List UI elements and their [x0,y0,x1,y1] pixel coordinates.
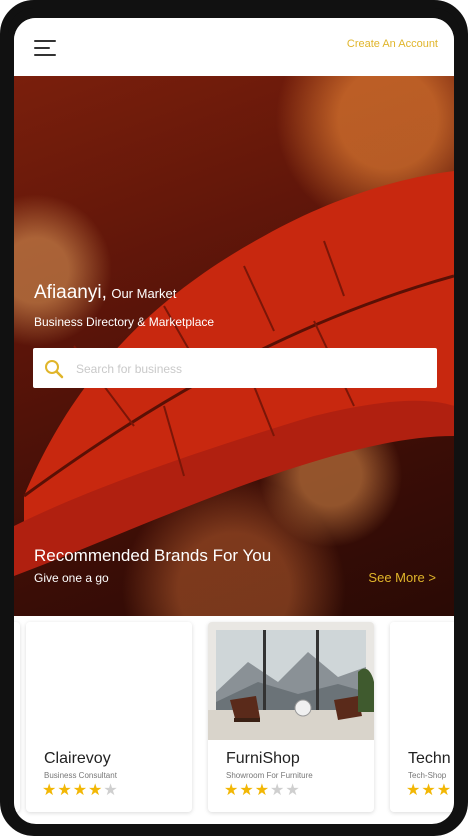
brand-card-category: Tech-Shop [408,771,447,780]
brand-image [390,622,454,740]
star-icon: ★ [72,782,89,799]
star-icon: ★ [436,782,453,799]
brand-tagline: Our Market [111,286,177,301]
hamburger-menu-icon[interactable] [34,40,58,56]
create-account-link[interactable]: Create An Account [347,38,438,50]
brand-card-category: Business Consultant [44,771,117,780]
search-input[interactable]: Search for business [33,348,437,388]
brand-card-name: FurniShop [226,750,300,767]
app-screen: Create An Account Afiaanyi, Our Market B… [14,18,454,824]
star-icon: ★ [406,782,422,799]
brand-card-category: Showroom For Furniture [226,771,313,780]
search-placeholder: Search for business [76,362,183,376]
star-icon: ★ [421,782,437,799]
star-empty-icon: ★ [270,782,286,799]
rating-stars: ★★★★★ [42,780,119,800]
top-bar: Create An Account [14,18,454,77]
brand-card-partial[interactable] [14,622,20,812]
brand-card-furnishop[interactable]: FurniShop Showroom For Furniture ★★★★★ [208,622,374,812]
recommended-subtitle: Give one a go [34,571,109,585]
star-icon: ★ [239,782,255,799]
star-icon: ★ [254,782,271,799]
star-icon: ★ [42,782,58,799]
brand-name: Afiaanyi, [34,282,107,303]
brand-card-clairevoy[interactable]: Clairevoy Business Consultant ★★★★★ [26,622,192,812]
see-more-link[interactable]: See More > [368,570,436,585]
star-empty-icon: ★ [103,782,119,799]
star-empty-icon: ★ [285,782,301,799]
rating-stars: ★★★ [406,780,452,800]
furniture-showroom-image [208,622,374,740]
hero-title: Afiaanyi, Our Market [34,282,176,304]
star-icon: ★ [88,782,104,799]
phone-frame: Create An Account Afiaanyi, Our Market B… [0,0,468,836]
search-icon [45,360,64,379]
hero-banner: Afiaanyi, Our Market Business Directory … [14,76,454,616]
brand-card-techshop[interactable]: Techn Tech-Shop ★★★ [390,622,454,812]
rating-stars: ★★★★★ [224,780,301,800]
brand-image [26,622,192,740]
brand-card-name: Clairevoy [44,750,111,767]
hero-leaf-illustration [14,171,454,576]
star-icon: ★ [57,782,73,799]
hero-subtitle: Business Directory & Marketplace [34,315,215,329]
recommended-title: Recommended Brands For You [34,546,272,565]
star-icon: ★ [224,782,240,799]
brand-card-name: Techn [408,750,451,767]
